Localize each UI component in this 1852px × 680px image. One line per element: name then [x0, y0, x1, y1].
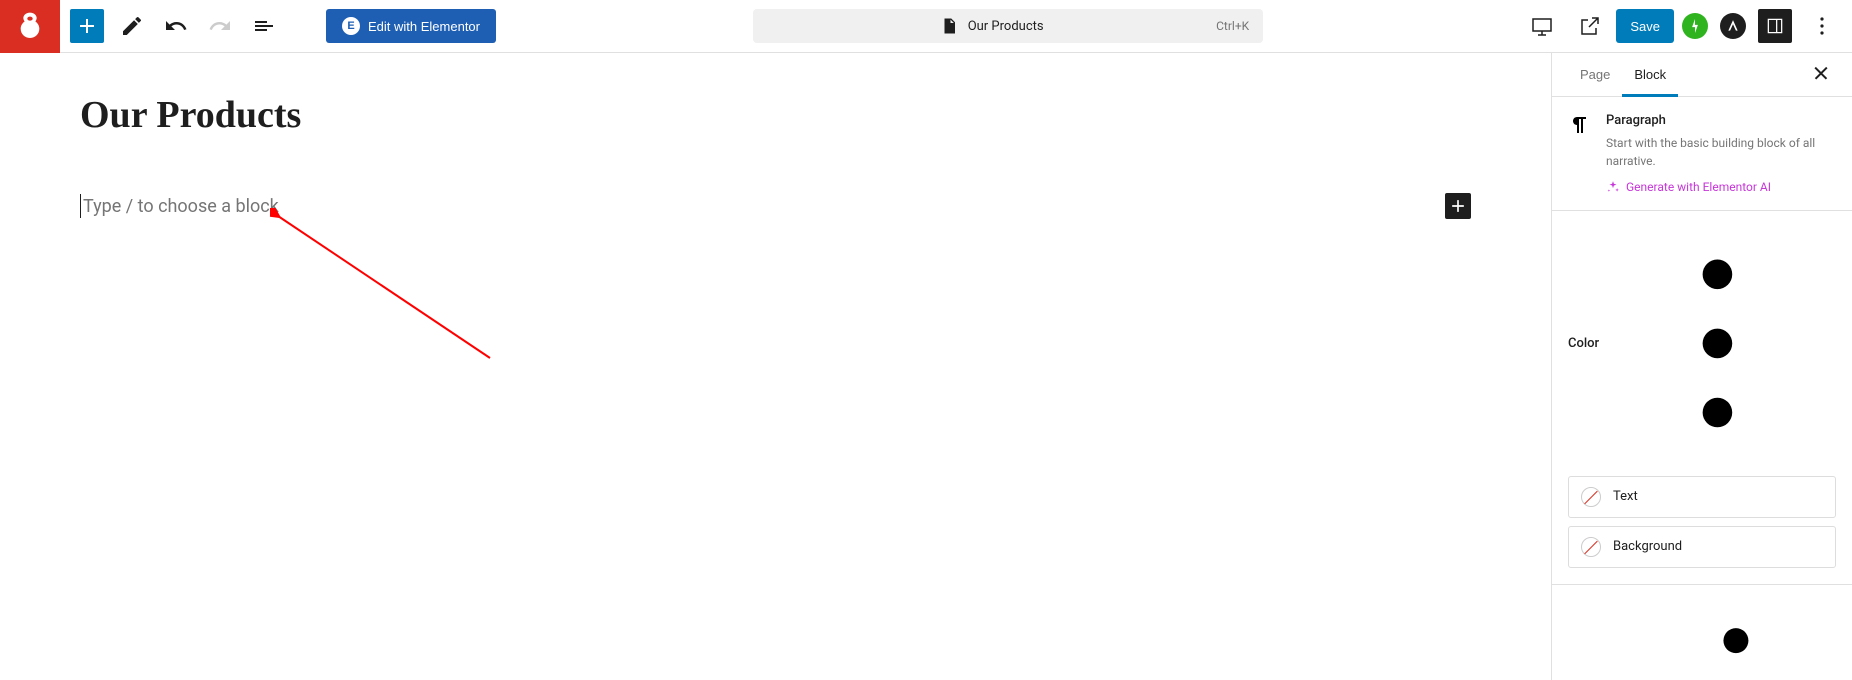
more-vertical-icon[interactable] [1599, 225, 1836, 462]
page-icon [940, 17, 958, 35]
typography-panel-header[interactable]: Typography [1552, 585, 1852, 680]
save-button[interactable]: Save [1616, 9, 1674, 43]
tools-button[interactable] [112, 6, 152, 46]
document-title: Our Products [968, 19, 1044, 34]
options-button[interactable] [1802, 6, 1842, 46]
document-title-bar[interactable]: Our Products Ctrl+K [753, 9, 1263, 43]
sidebar-tabs: Page Block [1552, 53, 1852, 97]
color-text-button[interactable]: Text [1568, 476, 1836, 518]
add-block-inline-button[interactable] [1445, 193, 1471, 219]
elementor-icon: E [342, 17, 360, 35]
sidebar-close-button[interactable] [1806, 58, 1836, 91]
page-title[interactable]: Our Products [80, 93, 1471, 137]
block-type-title: Paragraph [1606, 113, 1836, 128]
edit-with-elementor-button[interactable]: E Edit with Elementor [326, 9, 496, 43]
view-site-button[interactable] [1570, 6, 1610, 46]
astra-icon[interactable] [1720, 13, 1746, 39]
paragraph-icon [1568, 113, 1592, 194]
shortcut-label: Ctrl+K [1216, 19, 1249, 33]
color-background-button[interactable]: Background [1568, 526, 1836, 568]
site-logo[interactable] [0, 0, 60, 53]
elementor-label: Edit with Elementor [368, 19, 480, 34]
add-block-toolbar-button[interactable] [70, 9, 104, 43]
color-swatch-empty [1581, 487, 1601, 507]
document-overview-button[interactable] [244, 6, 284, 46]
color-panel-header[interactable]: Color [1552, 211, 1852, 476]
generate-ai-link[interactable]: Generate with Elementor AI [1606, 180, 1836, 194]
arrow-annotation [270, 208, 500, 368]
block-type-description: Start with the basic building block of a… [1606, 134, 1836, 170]
tab-block[interactable]: Block [1622, 53, 1678, 96]
color-swatch-empty [1581, 537, 1601, 557]
view-desktop-button[interactable] [1522, 6, 1562, 46]
block-placeholder[interactable]: Type / to choose a block [80, 194, 279, 218]
sidebar-toggle-button[interactable] [1758, 9, 1792, 43]
undo-button[interactable] [156, 6, 196, 46]
redo-button[interactable] [200, 6, 240, 46]
top-toolbar: E Edit with Elementor Our Products Ctrl+… [0, 0, 1852, 53]
more-vertical-icon[interactable] [1636, 599, 1836, 680]
jetpack-icon[interactable] [1682, 13, 1708, 39]
editor-canvas[interactable]: Our Products Type / to choose a block [0, 53, 1551, 680]
settings-sidebar: Page Block Paragraph Start with the basi… [1551, 53, 1852, 680]
tab-page[interactable]: Page [1568, 53, 1622, 96]
